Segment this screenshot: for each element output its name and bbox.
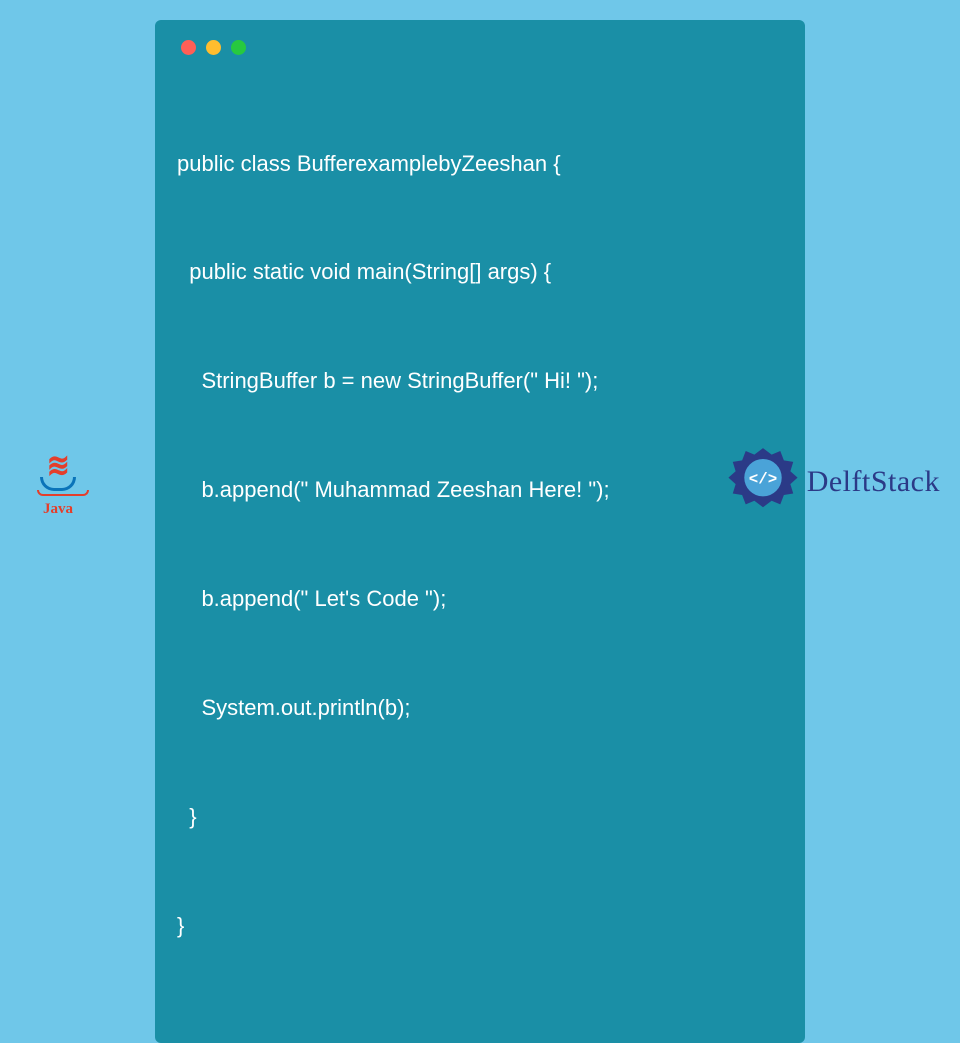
delftstack-badge-icon: </> bbox=[727, 446, 799, 518]
traffic-lights bbox=[181, 40, 783, 55]
code-line: public class BufferexamplebyZeeshan { bbox=[177, 146, 783, 182]
code-block: public class BufferexamplebyZeeshan { pu… bbox=[177, 73, 783, 1017]
window-dot-yellow bbox=[206, 40, 221, 55]
code-line: } bbox=[177, 799, 783, 835]
delftstack-logo: </> DelftStack bbox=[727, 446, 940, 518]
code-window: public class BufferexamplebyZeeshan { pu… bbox=[155, 20, 805, 1043]
java-logo: ≋ Java bbox=[28, 438, 88, 518]
code-line: b.append(" Muhammad Zeeshan Here! "); bbox=[177, 472, 783, 508]
java-logo-label: Java bbox=[43, 501, 73, 518]
code-line: } bbox=[177, 908, 783, 944]
java-cup-icon bbox=[40, 477, 76, 491]
window-dot-red bbox=[181, 40, 196, 55]
code-line: System.out.println(b); bbox=[177, 690, 783, 726]
delft-badge-text: </> bbox=[748, 470, 777, 488]
code-line: b.append(" Let's Code "); bbox=[177, 581, 783, 617]
window-dot-green bbox=[231, 40, 246, 55]
code-line: public static void main(String[] args) { bbox=[177, 254, 783, 290]
code-line: StringBuffer b = new StringBuffer(" Hi! … bbox=[177, 363, 783, 399]
delftstack-label: DelftStack bbox=[807, 465, 940, 499]
